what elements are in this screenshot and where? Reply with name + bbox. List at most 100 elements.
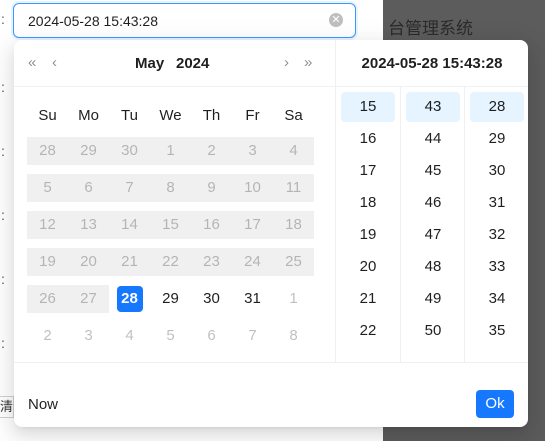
hour-option[interactable]: 18 (341, 188, 395, 218)
picker-footer: Now Ok (14, 362, 528, 427)
weekday-label: Mo (78, 107, 99, 124)
day-cell[interactable]: 20 (68, 248, 109, 276)
prev-icon[interactable]: ‹ (52, 54, 57, 72)
day-cell[interactable]: 26 (27, 285, 68, 313)
weekday-label: Fr (245, 107, 260, 124)
minute-column[interactable]: 43 44 45 46 47 48 49 50 (400, 87, 465, 362)
second-option[interactable]: 29 (470, 124, 524, 154)
day-cell[interactable]: 11 (273, 174, 314, 202)
day-cell[interactable]: 21 (109, 248, 150, 276)
minute-option[interactable]: 44 (406, 124, 460, 154)
datetime-input[interactable]: 2024-05-28 15:43:28 ✕ (13, 3, 356, 38)
time-panel-header: 2024-05-28 15:43:28 (336, 40, 528, 87)
day-cell[interactable]: 14 (109, 211, 150, 239)
hour-option[interactable]: 20 (341, 252, 395, 282)
day-cell[interactable]: 8 (150, 174, 191, 202)
day-cell[interactable]: 10 (232, 174, 273, 202)
day-cell[interactable]: 4 (273, 137, 314, 165)
hour-option[interactable]: 19 (341, 220, 395, 250)
day-cell[interactable]: 1 (273, 285, 314, 313)
day-cell[interactable]: 25 (273, 248, 314, 276)
hour-option[interactable]: 15 (341, 92, 395, 122)
weekday-label: Sa (284, 107, 303, 124)
form-label-colon: : (1, 271, 5, 287)
day-cell[interactable]: 5 (150, 322, 191, 350)
weekday-label: Su (38, 107, 57, 124)
form-label-colon: : (1, 11, 5, 27)
day-cell[interactable]: 3 (68, 322, 109, 350)
day-cell[interactable]: 13 (68, 211, 109, 239)
background-button[interactable]: 清 (0, 396, 14, 418)
month-select[interactable]: May (135, 55, 164, 72)
second-option[interactable]: 30 (470, 156, 524, 186)
weekday-label: Th (202, 107, 221, 124)
minute-option[interactable]: 45 (406, 156, 460, 186)
form-label-colon: : (1, 207, 5, 223)
date-panel: « ‹ May 2024 › » Su Mo Tu We Th Fr Sa 28 29 30 1 2… (14, 40, 335, 362)
day-cell[interactable]: 29 (68, 137, 109, 165)
day-cell[interactable]: 6 (68, 174, 109, 202)
hour-option[interactable]: 16 (341, 124, 395, 154)
day-cell[interactable]: 9 (191, 174, 232, 202)
minute-option[interactable]: 50 (406, 316, 460, 346)
day-cell[interactable]: 15 (150, 211, 191, 239)
day-cell[interactable]: 6 (191, 322, 232, 350)
day-cell[interactable]: 3 (232, 137, 273, 165)
form-label-colon: : (1, 79, 5, 95)
minute-option[interactable]: 47 (406, 220, 460, 250)
hour-option[interactable]: 21 (341, 284, 395, 314)
day-cell[interactable]: 30 (109, 137, 150, 165)
date-panel-header: « ‹ May 2024 › » (14, 40, 335, 87)
day-cell[interactable]: 16 (191, 211, 232, 239)
day-cell[interactable]: 28 (27, 137, 68, 165)
day-cell[interactable]: 4 (109, 322, 150, 350)
weekday-label: Tu (121, 107, 138, 124)
datetime-input-value: 2024-05-28 15:43:28 (28, 13, 158, 29)
background-app-title: 台管理系统 (388, 19, 473, 38)
day-cell[interactable]: 7 (232, 322, 273, 350)
weekday-label: We (159, 107, 182, 124)
second-column[interactable]: 28 29 30 31 32 33 34 35 (464, 87, 529, 362)
day-cell[interactable]: 27 (68, 285, 109, 313)
second-option[interactable]: 35 (470, 316, 524, 346)
second-option[interactable]: 28 (470, 92, 524, 122)
second-option[interactable]: 34 (470, 284, 524, 314)
time-panel: 2024-05-28 15:43:28 15 16 17 18 19 20 21 22 43 4… (335, 40, 528, 362)
ok-button[interactable]: Ok (476, 390, 514, 418)
now-button[interactable]: Now (28, 396, 58, 413)
day-cell[interactable]: 18 (273, 211, 314, 239)
minute-option[interactable]: 46 (406, 188, 460, 218)
hour-column[interactable]: 15 16 17 18 19 20 21 22 (336, 87, 401, 362)
day-cell[interactable]: 8 (273, 322, 314, 350)
day-cell[interactable]: 12 (27, 211, 68, 239)
form-label-colon: : (1, 143, 5, 159)
super-next-icon[interactable]: » (304, 54, 312, 72)
second-option[interactable]: 31 (470, 188, 524, 218)
close-circle-icon[interactable]: ✕ (329, 13, 343, 27)
hour-option[interactable]: 17 (341, 156, 395, 186)
day-cell[interactable]: 17 (232, 211, 273, 239)
minute-option[interactable]: 48 (406, 252, 460, 282)
minute-option[interactable]: 49 (406, 284, 460, 314)
minute-option[interactable]: 43 (406, 92, 460, 122)
day-cell[interactable]: 22 (150, 248, 191, 276)
second-option[interactable]: 32 (470, 220, 524, 250)
day-cell[interactable]: 5 (27, 174, 68, 202)
day-cell[interactable]: 29 (150, 285, 191, 313)
next-icon[interactable]: › (284, 54, 289, 72)
super-prev-icon[interactable]: « (28, 54, 36, 72)
day-cell[interactable]: 7 (109, 174, 150, 202)
day-cell[interactable]: 31 (232, 285, 273, 313)
day-cell[interactable]: 23 (191, 248, 232, 276)
year-select[interactable]: 2024 (176, 55, 209, 72)
second-option[interactable]: 33 (470, 252, 524, 282)
day-cell[interactable]: 1 (150, 137, 191, 165)
day-cell[interactable]: 2 (27, 322, 68, 350)
form-label-colon: : (1, 335, 5, 351)
day-cell[interactable]: 24 (232, 248, 273, 276)
day-cell[interactable]: 30 (191, 285, 232, 313)
day-cell[interactable]: 2 (191, 137, 232, 165)
hour-option[interactable]: 22 (341, 316, 395, 346)
day-cell[interactable]: 19 (27, 248, 68, 276)
day-cell-selected[interactable]: 28 (109, 285, 150, 313)
